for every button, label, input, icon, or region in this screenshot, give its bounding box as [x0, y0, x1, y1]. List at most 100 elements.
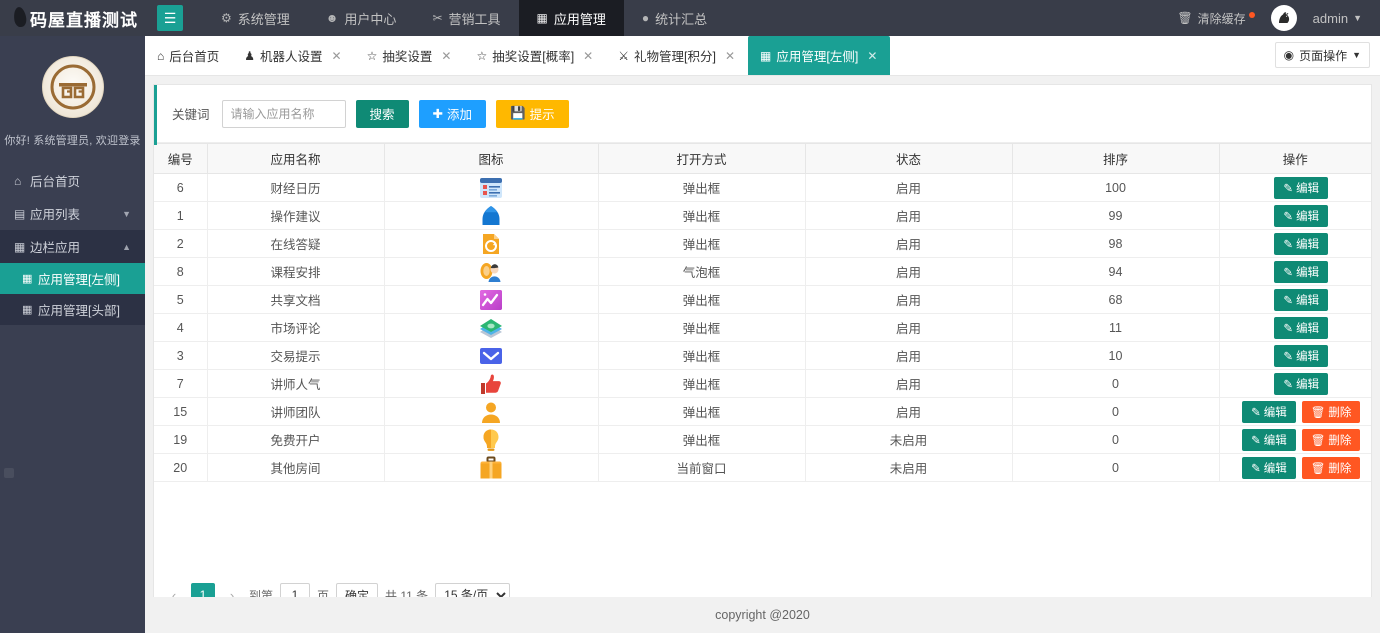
- app-list-card: 关键词 搜索 ✚ 添加 💾 提示 编号: [153, 84, 1372, 620]
- cell-status: 启用: [805, 285, 1013, 314]
- edit-button[interactable]: ✎ 编辑: [1274, 316, 1329, 339]
- avatar-horse-icon: [1271, 6, 1296, 30]
- edit-button[interactable]: ✎ 编辑: [1242, 400, 1296, 423]
- edit-button[interactable]: ✎ 编辑: [1274, 232, 1329, 255]
- edit-button-label: 编辑: [1296, 350, 1320, 363]
- topnav-label: 应用管理: [553, 11, 606, 27]
- topnav-item-users[interactable]: ☻ 用户中心: [308, 0, 415, 36]
- robot-icon: ♟: [244, 48, 256, 63]
- close-icon[interactable]: ✕: [332, 49, 342, 63]
- col-icon: 图标: [384, 143, 599, 174]
- sidebar-toggle-button[interactable]: ☰: [157, 5, 183, 31]
- sidebar-greeting: 你好! 系统管理员, 欢迎登录: [4, 135, 141, 147]
- tab-app-management-left[interactable]: ▦ 应用管理[左侧] ✕: [748, 36, 891, 75]
- edit-button[interactable]: ✎ 编辑: [1274, 260, 1329, 283]
- cell-status: 启用: [805, 173, 1013, 202]
- briefcase-icon: [385, 456, 598, 480]
- topnav-item-stats[interactable]: ● 统计汇总: [624, 0, 725, 36]
- status-badge-dot: [1248, 11, 1255, 18]
- cell-sort: 68: [1012, 285, 1220, 314]
- top-right-actions: 🗑 清除缓存 admin ▼: [1177, 0, 1380, 36]
- col-actions: 操作: [1219, 143, 1371, 174]
- tab-lottery-settings[interactable]: ☆ 抽奖设置 ✕: [355, 36, 465, 75]
- admin-menu[interactable]: admin ▼: [1313, 11, 1362, 26]
- sidebar-item-sidebar-apps[interactable]: ▦ 边栏应用 ▲: [0, 230, 145, 263]
- table-row: 20 其他房间 当前窗口 未启用 0 ✎ 编辑 🗑 删除: [154, 453, 1371, 482]
- top-nav: ⚙ 系统管理 ☻ 用户中心 ✂ 营销工具 ▦ 应用管理 ● 统计汇总: [203, 0, 725, 36]
- sidebar-collapse-handle[interactable]: [4, 468, 14, 478]
- close-icon[interactable]: ✕: [583, 49, 593, 63]
- app-table: 编号 应用名称 图标 打开方式 状态 排序 操作 6 财经日历 弹出框 启用 100 ✎ 编…: [154, 143, 1371, 482]
- delete-button[interactable]: 🗑 删除: [1301, 456, 1361, 479]
- topnav-item-apps[interactable]: ▦ 应用管理: [518, 0, 624, 36]
- edit-button[interactable]: ✎ 编辑: [1274, 288, 1329, 311]
- chevron-down-icon: ▼: [122, 208, 131, 219]
- home-icon: ⌂: [157, 48, 165, 63]
- edit-button[interactable]: ✎ 编辑: [1274, 344, 1329, 367]
- sidebar-item-app-manage-left[interactable]: ▦ 应用管理[左侧]: [0, 263, 145, 294]
- scissors-icon: ✂: [432, 11, 443, 25]
- edit-button[interactable]: ✎ 编辑: [1274, 204, 1329, 227]
- cell-open-mode: 弹出框: [598, 397, 806, 426]
- cell-icon: [384, 229, 599, 258]
- cell-id: 19: [154, 425, 208, 454]
- cell-open-mode: 弹出框: [598, 369, 806, 398]
- edit-button-label: 编辑: [1263, 434, 1287, 447]
- clear-cache-button[interactable]: 🗑 清除缓存: [1177, 10, 1255, 27]
- edit-button-label: 编辑: [1296, 266, 1320, 279]
- sidebar-item-app-list[interactable]: ▤ 应用列表 ▼: [0, 197, 145, 230]
- close-icon[interactable]: ✕: [725, 49, 735, 63]
- edit-button-label: 编辑: [1296, 322, 1320, 335]
- sidebar-item-home[interactable]: ⌂ 后台首页: [0, 164, 145, 197]
- cell-status: 启用: [805, 229, 1013, 258]
- table-row: 3 交易提示 弹出框 启用 10 ✎ 编辑: [154, 341, 1371, 370]
- pencil-icon: ✎: [1283, 378, 1294, 391]
- cell-actions: ✎ 编辑: [1219, 341, 1371, 370]
- cell-actions: ✎ 编辑: [1219, 229, 1371, 258]
- user-icon: ☻: [325, 11, 339, 25]
- delete-button[interactable]: 🗑 删除: [1301, 428, 1361, 451]
- brand-logo[interactable]: 码屋直播测试: [0, 0, 145, 36]
- tip-button[interactable]: 💾 提示: [496, 99, 569, 128]
- keyword-label: 关键词: [172, 108, 210, 122]
- edit-button[interactable]: ✎ 编辑: [1242, 428, 1296, 451]
- tab-gift-management[interactable]: ⚔ 礼物管理[积分] ✕: [606, 36, 748, 75]
- list-menu-icon: ☰: [163, 10, 177, 26]
- cell-actions: ✎ 编辑: [1219, 369, 1371, 398]
- gear-icon: ⚙: [221, 11, 232, 25]
- sidebar-submenu: ▦ 应用管理[左侧] ▦ 应用管理[头部]: [0, 263, 145, 325]
- chevron-down-icon: ▼: [1352, 50, 1361, 60]
- cell-open-mode: 弹出框: [598, 425, 806, 454]
- search-button[interactable]: 搜索: [355, 99, 409, 128]
- sidebar: 你好! 系统管理员, 欢迎登录 ⌂ 后台首页 ▤ 应用列表 ▼ ▦ 边栏应用 ▲…: [0, 36, 145, 633]
- topnav-item-system[interactable]: ⚙ 系统管理: [203, 0, 308, 36]
- trash-icon: 🗑: [1177, 11, 1193, 25]
- tab-lottery-probability[interactable]: ☆ 抽奖设置[概率] ✕: [464, 36, 606, 75]
- edit-button[interactable]: ✎ 编辑: [1242, 456, 1296, 479]
- page-operations-dropdown[interactable]: ◉ 页面操作 ▼: [1274, 42, 1370, 68]
- content-area: 关键词 搜索 ✚ 添加 💾 提示 编号: [145, 76, 1380, 633]
- edit-button[interactable]: ✎ 编辑: [1274, 176, 1329, 199]
- add-button[interactable]: ✚ 添加: [418, 99, 487, 128]
- edit-button[interactable]: ✎ 编辑: [1274, 372, 1329, 395]
- sidebar-item-app-manage-header[interactable]: ▦ 应用管理[头部]: [0, 294, 145, 325]
- top-header: 码屋直播测试 ☰ ⚙ 系统管理 ☻ 用户中心 ✂ 营销工具 ▦ 应用管理 ● 统…: [0, 0, 1380, 36]
- topnav-item-marketing[interactable]: ✂ 营销工具: [414, 0, 518, 36]
- tab-bar: ⌂ 后台首页 ♟ 机器人设置 ✕ ☆ 抽奖设置 ✕ ☆ 抽奖设置[概率] ✕ ⚔…: [145, 36, 1380, 76]
- table-row: 2 在线答疑 弹出框 启用 98 ✎ 编辑: [154, 229, 1371, 258]
- tab-robot-settings[interactable]: ♟ 机器人设置 ✕: [232, 36, 354, 75]
- sidebar-logo: [0, 36, 145, 126]
- delete-button[interactable]: 🗑 删除: [1301, 400, 1361, 423]
- dome-blue-icon: [385, 204, 598, 228]
- avatar[interactable]: [1270, 5, 1297, 31]
- col-name: 应用名称: [207, 143, 385, 174]
- cell-name: 课程安排: [207, 257, 385, 286]
- cell-sort: 11: [1012, 313, 1220, 342]
- close-icon[interactable]: ✕: [441, 49, 451, 63]
- search-input[interactable]: [221, 99, 346, 128]
- close-icon[interactable]: ✕: [867, 49, 877, 63]
- cell-name: 财经日历: [207, 173, 385, 202]
- tab-home[interactable]: ⌂ 后台首页: [145, 36, 232, 75]
- table-row: 4 市场评论 弹出框 启用 11 ✎ 编辑: [154, 313, 1371, 342]
- col-sort: 排序: [1012, 143, 1220, 174]
